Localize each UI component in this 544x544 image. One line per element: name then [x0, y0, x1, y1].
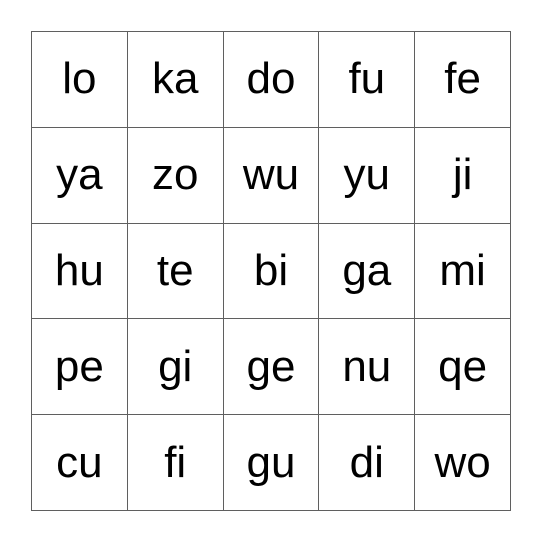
bingo-cell-label: fu	[348, 54, 386, 104]
bingo-cell-label: yu	[343, 150, 391, 200]
bingo-cell-r1c2[interactable]: ka	[127, 32, 224, 128]
bingo-cell-r5c5[interactable]: wo	[415, 415, 511, 511]
bingo-cell-label: pe	[54, 341, 104, 391]
bingo-cell-label: nu	[342, 341, 392, 391]
bingo-cell-label: te	[156, 245, 194, 295]
bingo-cell-r3c1[interactable]: hu	[32, 223, 128, 320]
bingo-cell-label: di	[349, 437, 384, 487]
bingo-cell-r1c3[interactable]: do	[223, 32, 320, 128]
bingo-cell-r5c4[interactable]: di	[319, 415, 416, 511]
bingo-cell-label: cu	[56, 437, 103, 487]
bingo-cell-label: gu	[246, 437, 296, 487]
bingo-cell-label: qe	[438, 341, 488, 391]
bingo-cell-label: fe	[444, 54, 481, 104]
bingo-cell-r1c5[interactable]: fe	[415, 32, 511, 128]
bingo-cell-r4c5[interactable]: qe	[415, 319, 511, 416]
bingo-cell-label: hu	[54, 245, 104, 295]
bingo-cell-r2c1[interactable]: ya	[32, 127, 128, 224]
bingo-cell-label: ga	[342, 245, 392, 295]
bingo-cell-r4c1[interactable]: pe	[32, 319, 128, 416]
bingo-cell-r3c5[interactable]: mi	[415, 223, 511, 320]
bingo-cell-r2c3[interactable]: wu	[223, 127, 320, 224]
bingo-cell-label: ji	[452, 150, 473, 200]
bingo-cell-r1c4[interactable]: fu	[319, 32, 416, 128]
bingo-cell-r5c2[interactable]: fi	[127, 415, 224, 511]
bingo-cell-r4c3[interactable]: ge	[223, 319, 320, 416]
bingo-cell-r3c4[interactable]: ga	[319, 223, 416, 320]
bingo-card-grid: lo ka do fu fe ya zo wu yu ji hu te bi g…	[31, 31, 511, 511]
bingo-cell-label: mi	[439, 245, 486, 295]
bingo-cell-label: do	[246, 54, 296, 104]
bingo-cell-r3c3[interactable]: bi	[223, 223, 320, 320]
bingo-cell-r2c2[interactable]: zo	[127, 127, 224, 224]
bingo-cell-label: fi	[164, 437, 187, 487]
bingo-cell-label: wo	[434, 437, 491, 487]
bingo-cell-label: ya	[56, 150, 103, 200]
bingo-cell-label: bi	[253, 245, 289, 295]
bingo-cell-r3c2[interactable]: te	[127, 223, 224, 320]
bingo-cell-label: gi	[158, 341, 193, 391]
bingo-cell-r4c4[interactable]: nu	[319, 319, 416, 416]
bingo-cell-r2c4[interactable]: yu	[319, 127, 416, 224]
bingo-cell-label: zo	[151, 150, 199, 200]
bingo-cell-r5c1[interactable]: cu	[32, 415, 128, 511]
bingo-cell-r4c2[interactable]: gi	[127, 319, 224, 416]
bingo-cell-label: lo	[62, 54, 97, 104]
bingo-cell-r2c5[interactable]: ji	[415, 127, 511, 224]
bingo-cell-r5c3[interactable]: gu	[223, 415, 320, 511]
bingo-cell-r1c1[interactable]: lo	[32, 32, 128, 128]
bingo-cell-label: ge	[246, 341, 296, 391]
bingo-cell-label: wu	[242, 150, 300, 200]
bingo-cell-label: ka	[151, 54, 199, 104]
